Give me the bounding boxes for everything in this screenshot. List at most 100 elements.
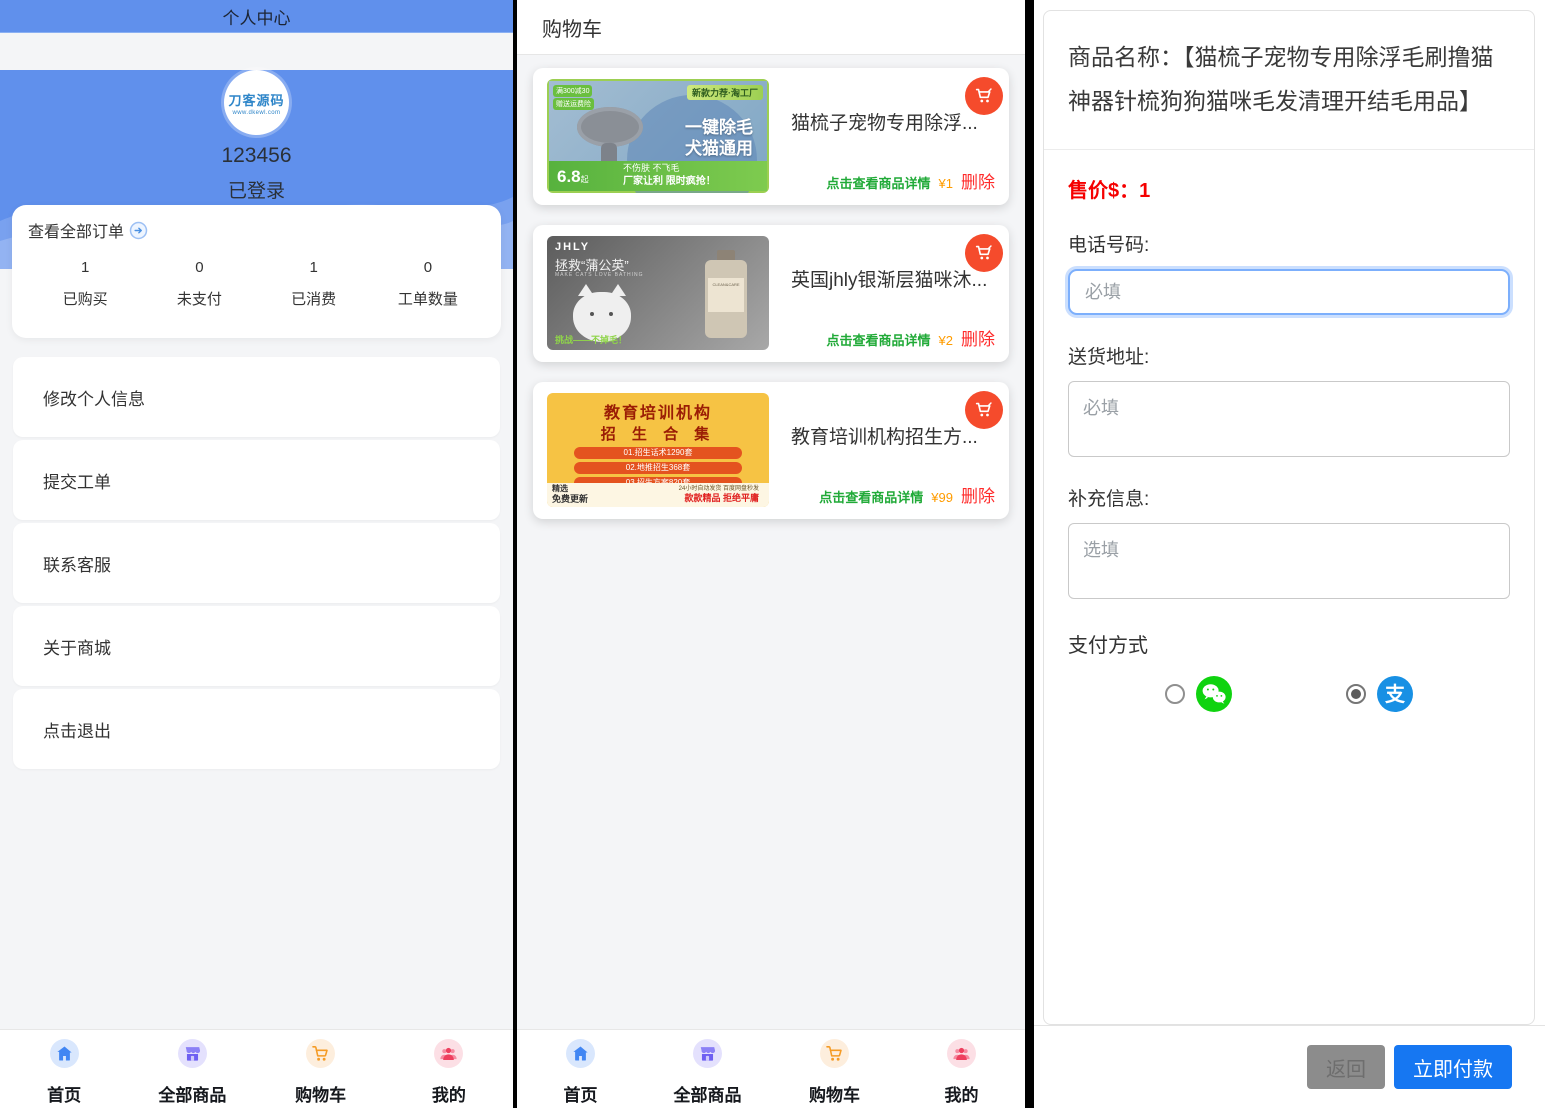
- stat-value: 1: [257, 259, 371, 276]
- ad-headline: 犬猫通用: [685, 134, 753, 159]
- store-icon: [178, 1039, 207, 1068]
- user-icon: [434, 1039, 463, 1068]
- tab-label: 我的: [945, 1081, 979, 1106]
- stat-label: 工单数量: [371, 288, 485, 309]
- cart-icon: [306, 1039, 335, 1068]
- cart-icon: [973, 242, 995, 264]
- view-detail-link[interactable]: 点击查看商品详情: [819, 487, 923, 506]
- tab-home[interactable]: 首页: [517, 1030, 644, 1108]
- product-title: 英国jhly银渐层猫咪沐...: [791, 265, 981, 292]
- pay-now-button[interactable]: 立即付款: [1394, 1045, 1512, 1089]
- ad-title: 教育培训机构: [547, 393, 769, 423]
- checkout-screen: 商品名称：【猫梳子宠物专用除浮毛刷撸猫神器针梳狗狗猫咪毛发清理开结毛用品】 售价…: [1034, 0, 1545, 1108]
- screenshot-stage: 个人中心 刀客源码 www.dkewl.com 123456 已登录 查看全部订…: [0, 0, 1545, 1108]
- tab-all-products[interactable]: 全部商品: [128, 1030, 256, 1108]
- ad-badge: 满300减30: [553, 85, 592, 97]
- tab-mine[interactable]: 我的: [385, 1030, 513, 1108]
- add-to-cart-button[interactable]: [965, 77, 1003, 115]
- ad-slogan: 款款精品 拒绝平庸: [684, 491, 759, 504]
- tab-cart[interactable]: 购物车: [771, 1030, 898, 1108]
- cart-icon: [973, 85, 995, 107]
- product-image-art: 满300减30 赠送运费险 新款力荐·淘工厂 一键除毛 犬猫通用 6.8起 不伤…: [547, 79, 769, 193]
- page-title: 购物车: [517, 0, 1025, 55]
- ad-price: 6.8起: [557, 167, 589, 187]
- extra-info-label: 补充信息:: [1068, 484, 1510, 511]
- delete-button[interactable]: 删除: [961, 168, 995, 193]
- home-icon: [566, 1039, 595, 1068]
- avatar-logo-text: 刀客源码: [228, 90, 284, 109]
- tab-label: 首页: [564, 1081, 598, 1106]
- back-button[interactable]: 返回: [1307, 1045, 1385, 1089]
- product-image-art: JHLY 拯救“蒲公英” MAKE CATS LOVE BATHING CLEA…: [547, 236, 769, 350]
- tab-label: 购物车: [809, 1081, 860, 1106]
- view-all-orders-label: 查看全部订单: [28, 218, 124, 242]
- tab-label: 首页: [47, 1081, 81, 1106]
- ad-subline: MAKE CATS LOVE BATHING: [555, 272, 644, 278]
- comb-graphic: [577, 107, 643, 147]
- phone-input[interactable]: [1068, 269, 1510, 315]
- menu-item-edit-profile[interactable]: 修改个人信息: [13, 357, 500, 437]
- wechat-icon: [1196, 676, 1232, 712]
- home-icon: [50, 1039, 79, 1068]
- profile-menu: 修改个人信息 提交工单 联系客服 关于商城 点击退出: [13, 357, 500, 772]
- view-detail-link[interactable]: 点击查看商品详情: [827, 330, 931, 349]
- cart-item-education[interactable]: 教育培训机构 招 生 合 集 01.招生话术1290套 02.地推招生368套 …: [533, 382, 1009, 519]
- ad-slogan: 挑战——不掉毛！: [555, 333, 627, 346]
- menu-item-contact-support[interactable]: 联系客服: [13, 523, 500, 603]
- page-title: 个人中心: [0, 0, 513, 33]
- personal-center-screen: 个人中心 刀客源码 www.dkewl.com 123456 已登录 查看全部订…: [0, 0, 513, 1108]
- product-image[interactable]: 满300减30 赠送运费险 新款力荐·淘工厂 一键除毛 犬猫通用 6.8起 不伤…: [547, 79, 769, 193]
- user-icon: [947, 1039, 976, 1068]
- product-image[interactable]: 教育培训机构 招 生 合 集 01.招生话术1290套 02.地推招生368套 …: [547, 393, 769, 507]
- product-image-art: 教育培训机构 招 生 合 集 01.招生话术1290套 02.地推招生368套 …: [547, 393, 769, 507]
- bottle-label: CLEAN&CARE: [708, 278, 744, 312]
- product-title: 教育培训机构招生方...: [791, 422, 978, 449]
- stat-label: 已消费: [257, 288, 371, 309]
- menu-item-submit-ticket[interactable]: 提交工单: [13, 440, 500, 520]
- product-image[interactable]: JHLY 拯救“蒲公英” MAKE CATS LOVE BATHING CLEA…: [547, 236, 769, 350]
- tab-label: 购物车: [295, 1081, 346, 1106]
- svg-text:支: 支: [1385, 682, 1406, 706]
- item-price: ¥2: [939, 333, 953, 348]
- checkout-card: 商品名称：【猫梳子宠物专用除浮毛刷撸猫神器针梳狗狗猫咪毛发清理开结毛用品】 售价…: [1043, 10, 1535, 1025]
- cart-item-comb[interactable]: 满300减30 赠送运费险 新款力荐·淘工厂 一键除毛 犬猫通用 6.8起 不伤…: [533, 68, 1009, 205]
- bottom-nav: 首页 全部商品 购物车: [517, 1029, 1025, 1108]
- alipay-icon: 支: [1377, 676, 1413, 712]
- extra-info-input[interactable]: [1068, 523, 1510, 599]
- menu-item-logout[interactable]: 点击退出: [13, 689, 500, 769]
- tab-all-products[interactable]: 全部商品: [644, 1030, 771, 1108]
- tab-mine[interactable]: 我的: [898, 1030, 1025, 1108]
- stat-label: 已购买: [28, 288, 142, 309]
- stat-purchased: 1 已购买: [28, 259, 142, 309]
- checkout-footer: 返回 立即付款: [1034, 1025, 1545, 1108]
- address-input[interactable]: [1068, 381, 1510, 457]
- cart-item-shampoo[interactable]: JHLY 拯救“蒲公英” MAKE CATS LOVE BATHING CLEA…: [533, 225, 1009, 362]
- delete-button[interactable]: 删除: [961, 325, 995, 350]
- payment-method-label: 支付方式: [1068, 629, 1510, 658]
- order-stats: 1 已购买 0 未支付 1 已消费 0 工单数量: [28, 259, 485, 309]
- menu-item-about-mall[interactable]: 关于商城: [13, 606, 500, 686]
- ad-list-bar: 02.地推招生368套: [574, 462, 743, 474]
- store-icon: [693, 1039, 722, 1068]
- tab-label: 全部商品: [674, 1081, 742, 1106]
- cart-icon: [973, 399, 995, 421]
- payment-option-wechat[interactable]: [1108, 676, 1289, 712]
- wechat-radio[interactable]: [1165, 684, 1185, 704]
- tab-label: 我的: [432, 1081, 466, 1106]
- arrow-right-circle-icon: [129, 221, 148, 240]
- alipay-radio[interactable]: [1346, 684, 1366, 704]
- add-to-cart-button[interactable]: [965, 391, 1003, 429]
- add-to-cart-button[interactable]: [965, 234, 1003, 272]
- ad-title: 招 生 合 集: [547, 423, 769, 444]
- view-all-orders-link[interactable]: 查看全部订单: [28, 218, 485, 242]
- tab-home[interactable]: 首页: [0, 1030, 128, 1108]
- tab-cart[interactable]: 购物车: [257, 1030, 385, 1108]
- stat-value: 0: [142, 259, 256, 276]
- item-price: ¥99: [931, 490, 953, 505]
- stat-unpaid: 0 未支付: [142, 259, 256, 309]
- view-detail-link[interactable]: 点击查看商品详情: [827, 173, 931, 192]
- delete-button[interactable]: 删除: [961, 482, 995, 507]
- payment-option-alipay[interactable]: 支: [1289, 676, 1470, 712]
- bottom-nav: 首页 全部商品 购物车: [0, 1029, 513, 1108]
- stat-consumed: 1 已消费: [257, 259, 371, 309]
